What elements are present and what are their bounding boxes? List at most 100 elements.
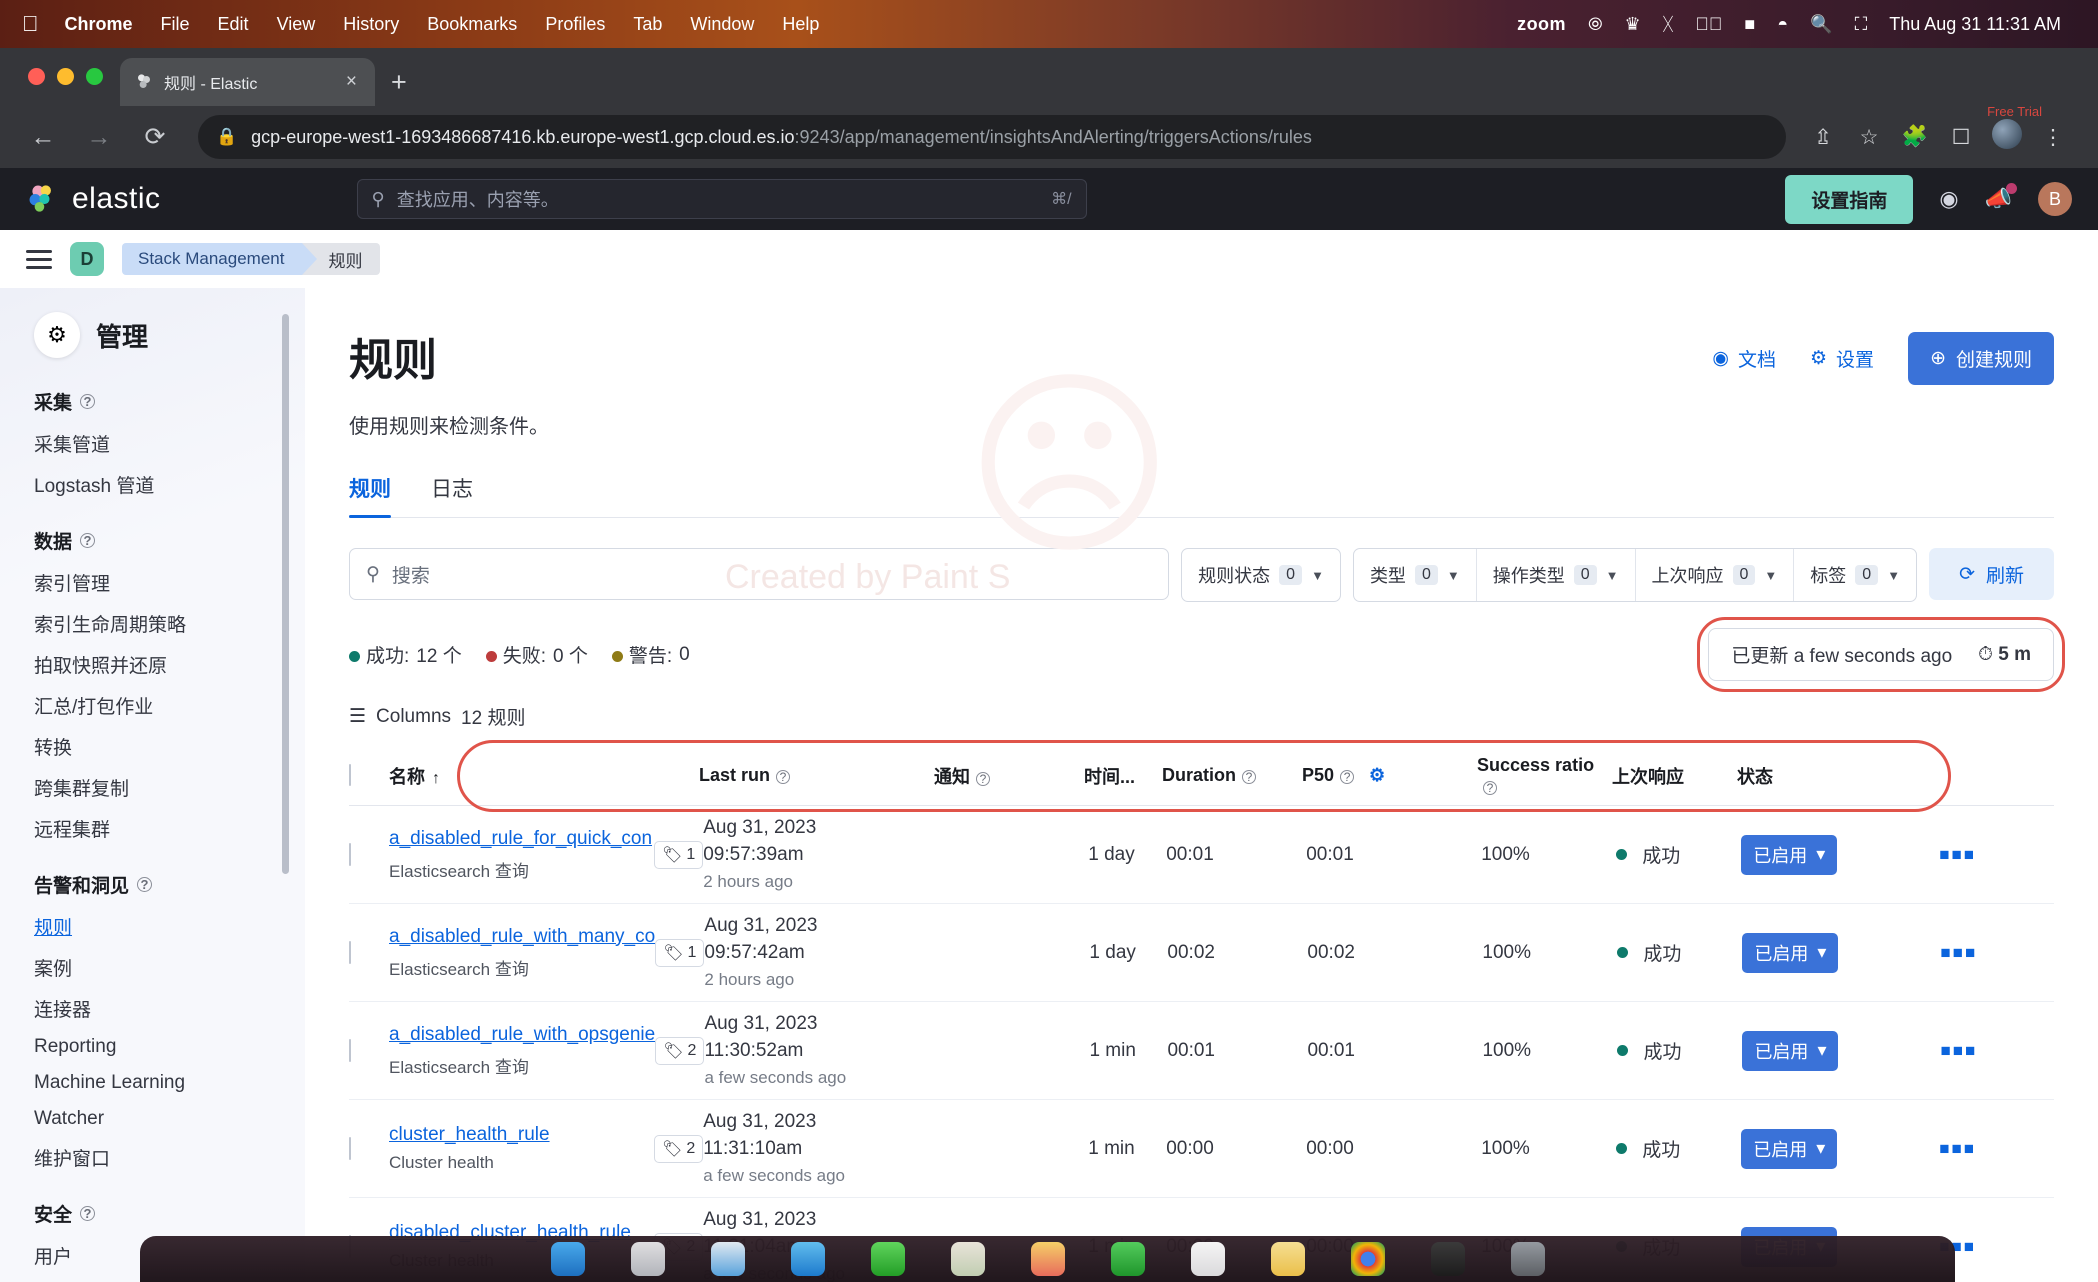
menu-bookmarks[interactable]: Bookmarks xyxy=(413,14,531,35)
menu-tab[interactable]: Tab xyxy=(619,14,676,35)
new-tab-button[interactable]: + xyxy=(391,67,407,98)
avatar[interactable]: B xyxy=(2038,182,2072,216)
rule-name-link[interactable]: a_disabled_rule_with_opsgenie xyxy=(389,1024,655,1046)
control-center-icon[interactable]: ⦾ xyxy=(1577,14,1613,35)
more-actions-icon[interactable]: ■■■ xyxy=(1940,1041,1977,1060)
chrome-menu-icon[interactable]: ⋮ xyxy=(2030,125,2076,150)
table-row[interactable]: a_disabled_rule_for_quick_con Elasticsear… xyxy=(349,806,2054,904)
refresh-button[interactable]: ⟳ 刷新 xyxy=(1929,548,2054,600)
search-input[interactable]: ⚲ 搜索 xyxy=(349,548,1170,600)
sidebar-item-cross-cluster-replication[interactable]: 跨集群复制 xyxy=(34,767,305,808)
dock-icon-calendar[interactable] xyxy=(1190,1242,1225,1276)
announcement-icon[interactable]: 📣 xyxy=(1985,183,2017,212)
menu-chrome[interactable]: Chrome xyxy=(51,14,147,35)
tag-count-badge[interactable]: 🏷 1 xyxy=(655,938,705,967)
tag-count-badge[interactable]: 🏷2 xyxy=(654,1134,704,1163)
dock-icon-facetime[interactable] xyxy=(1110,1242,1145,1276)
share-icon[interactable]: ⇫ xyxy=(1800,125,1846,150)
apple-menu-icon[interactable]:  xyxy=(22,13,51,35)
bluetooth-icon[interactable]: ᚷ xyxy=(1652,14,1685,35)
space-avatar[interactable]: D xyxy=(70,242,104,276)
breadcrumb-item-stack-management[interactable]: Stack Management xyxy=(122,243,318,275)
dock-icon-settings[interactable] xyxy=(1510,1242,1545,1276)
select-all-checkbox[interactable] xyxy=(349,764,351,786)
rule-name-link[interactable]: a_disabled_rule_for_quick_con xyxy=(389,828,654,850)
browser-tab[interactable]: 规则 - Elastic × xyxy=(120,58,375,106)
menu-file[interactable]: File xyxy=(147,14,204,35)
sidepanel-icon[interactable]: ☐ xyxy=(1938,125,1984,150)
now-playing-icon[interactable]: ▶⃝ xyxy=(1684,14,1733,35)
enable-dropdown-button[interactable]: 已启用▾ xyxy=(1742,932,1839,973)
extensions-puzzle-icon[interactable]: 🧩 xyxy=(1892,125,1938,149)
gear-icon[interactable]: ⚙ xyxy=(1369,765,1385,785)
column-header-state[interactable]: 状态 xyxy=(1737,763,1907,789)
elastic-logo[interactable]: elastic xyxy=(26,182,161,216)
close-icon[interactable]: × xyxy=(342,71,361,93)
help-icon[interactable]: ? xyxy=(137,877,153,892)
sidebar-scrollbar[interactable] xyxy=(282,314,289,874)
row-checkbox[interactable] xyxy=(349,842,351,866)
sidebar-item-remote-clusters[interactable]: 远程集群 xyxy=(34,808,305,849)
sidebar-item-reporting[interactable]: Reporting xyxy=(34,1029,305,1065)
sidebar-item-cases[interactable]: 案例 xyxy=(34,947,305,988)
collaboration-icon[interactable]: ♛ xyxy=(1613,14,1651,35)
column-header-interval[interactable]: 时间... xyxy=(1084,763,1162,789)
tag-count-badge[interactable]: 🏷 1 xyxy=(654,840,704,869)
menu-history[interactable]: History xyxy=(329,14,413,35)
wifi-icon[interactable]: ◓ xyxy=(1766,14,1799,35)
maximize-window-button[interactable] xyxy=(86,68,103,85)
menu-view[interactable]: View xyxy=(263,14,330,35)
tag-count-badge[interactable]: 🏷2 xyxy=(655,1036,705,1065)
columns-control[interactable]: ☰ Columns 12 规则 xyxy=(349,703,2054,730)
sidebar-item-watcher[interactable]: Watcher xyxy=(34,1101,305,1137)
menu-edit[interactable]: Edit xyxy=(204,14,263,35)
docs-link[interactable]: ◉ 文档 xyxy=(1712,345,1776,372)
minimize-window-button[interactable] xyxy=(57,68,74,85)
tab-rules[interactable]: 规则 xyxy=(349,473,391,518)
row-checkbox[interactable] xyxy=(349,1038,351,1062)
dock-icon-safari[interactable] xyxy=(710,1242,745,1276)
menu-help[interactable]: Help xyxy=(768,14,833,35)
table-row[interactable]: a_disabled_rule_with_many_co Elasticsearc… xyxy=(349,904,2054,1002)
dock-icon-chrome[interactable] xyxy=(1350,1242,1385,1276)
refresh-interval[interactable]: ⏱ 5 m xyxy=(1978,644,2031,666)
battery-icon[interactable]: ■ xyxy=(1733,14,1766,35)
dock-icon-finder[interactable] xyxy=(550,1242,585,1276)
sidebar-item-index-management[interactable]: 索引管理 xyxy=(34,562,305,603)
rule-name-link[interactable]: cluster_health_rule xyxy=(389,1124,654,1146)
help-icon[interactable]: ? xyxy=(1340,770,1355,784)
dock-icon-terminal[interactable] xyxy=(1430,1242,1465,1276)
enable-dropdown-button[interactable]: 已启用▾ xyxy=(1741,834,1838,875)
tab-logs[interactable]: 日志 xyxy=(431,473,473,517)
menubar-clock[interactable]: Thu Aug 31 11:31 AM xyxy=(1878,14,2072,35)
close-window-button[interactable] xyxy=(28,68,45,85)
sidebar-item-logstash-pipelines[interactable]: Logstash 管道 xyxy=(34,464,305,505)
column-header-last-run[interactable]: Last run? xyxy=(699,765,934,786)
filter-rule-status[interactable]: 规则状态 0 ▼ xyxy=(1182,549,1340,601)
column-header-name[interactable]: 名称 ↑ xyxy=(389,763,654,789)
sidebar-item-maintenance-windows[interactable]: 维护窗口 xyxy=(34,1137,305,1178)
filter-tags[interactable]: 标签 0 ▼ xyxy=(1794,549,1916,601)
menubar-zoom-label[interactable]: zoom xyxy=(1506,14,1577,35)
sidebar-item-transforms[interactable]: 转换 xyxy=(34,726,305,767)
dock-icon-photos[interactable] xyxy=(1030,1242,1065,1276)
column-header-duration[interactable]: Duration? xyxy=(1162,765,1302,786)
global-search-input[interactable]: ⚲ 查找应用、内容等。 ⌘/ xyxy=(356,179,1087,219)
sidebar-item-snapshot-restore[interactable]: 拍取快照并还原 xyxy=(34,644,305,685)
bookmark-star-icon[interactable]: ☆ xyxy=(1846,125,1892,150)
dock-icon-mail[interactable] xyxy=(790,1242,825,1276)
help-icon[interactable]: ? xyxy=(80,394,96,409)
dock-icon-launchpad[interactable] xyxy=(630,1242,665,1276)
more-actions-icon[interactable]: ■■■ xyxy=(1939,845,1976,864)
help-icon[interactable]: ? xyxy=(80,1206,96,1221)
enable-dropdown-button[interactable]: 已启用▾ xyxy=(1742,1030,1839,1071)
more-actions-icon[interactable]: ■■■ xyxy=(1939,1139,1976,1158)
help-icon[interactable]: ? xyxy=(80,533,96,548)
forward-arrow-icon[interactable]: → xyxy=(78,123,120,152)
last-updated-pill[interactable]: 已更新 a few seconds ago ⏱ 5 m xyxy=(1697,617,2065,692)
sidebar-item-machine-learning[interactable]: Machine Learning xyxy=(34,1065,305,1101)
dock-icon-maps[interactable] xyxy=(950,1242,985,1276)
create-rule-button[interactable]: ⊕ 创建规则 xyxy=(1908,332,2054,385)
rule-name-link[interactable]: a_disabled_rule_with_many_co xyxy=(389,926,655,948)
enable-dropdown-button[interactable]: 已启用▾ xyxy=(1741,1128,1838,1169)
